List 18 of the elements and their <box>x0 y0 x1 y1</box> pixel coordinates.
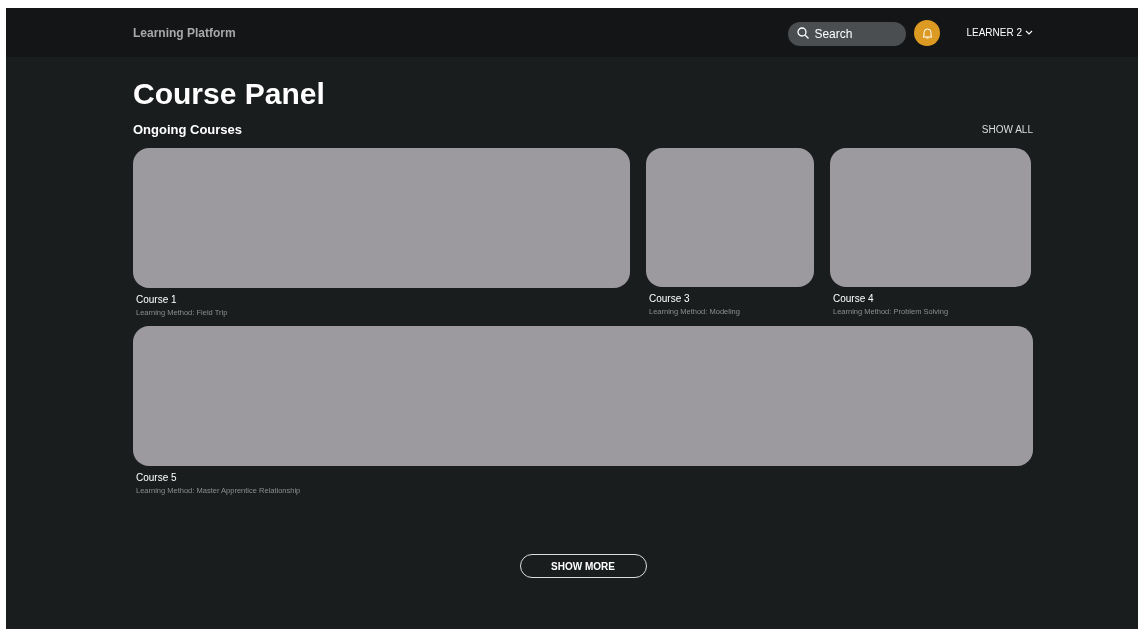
search-field[interactable]: Search <box>788 21 907 46</box>
course-name[interactable]: Course 3 <box>649 290 814 306</box>
course-thumbnail[interactable] <box>646 147 814 287</box>
chevron-down-icon <box>1025 30 1033 35</box>
user-menu[interactable]: LEARNER 2 <box>966 25 1033 40</box>
notification-button[interactable] <box>914 19 941 46</box>
brand-name[interactable]: Learning Platform <box>133 23 236 42</box>
search-icon <box>797 26 810 39</box>
course-name[interactable]: Course 4 <box>833 290 1031 306</box>
course-name[interactable]: Course 1 <box>136 291 630 307</box>
bell-icon <box>921 26 933 39</box>
page-title: Course Panel <box>133 77 326 110</box>
course-thumbnail[interactable] <box>830 147 1031 287</box>
course-thumbnail[interactable] <box>133 325 1033 466</box>
course-name[interactable]: Course 5 <box>136 469 1033 485</box>
section-title: Ongoing Courses <box>133 121 243 139</box>
show-all-link[interactable]: SHOW ALL <box>981 122 1033 138</box>
course-thumbnail[interactable] <box>133 147 630 288</box>
